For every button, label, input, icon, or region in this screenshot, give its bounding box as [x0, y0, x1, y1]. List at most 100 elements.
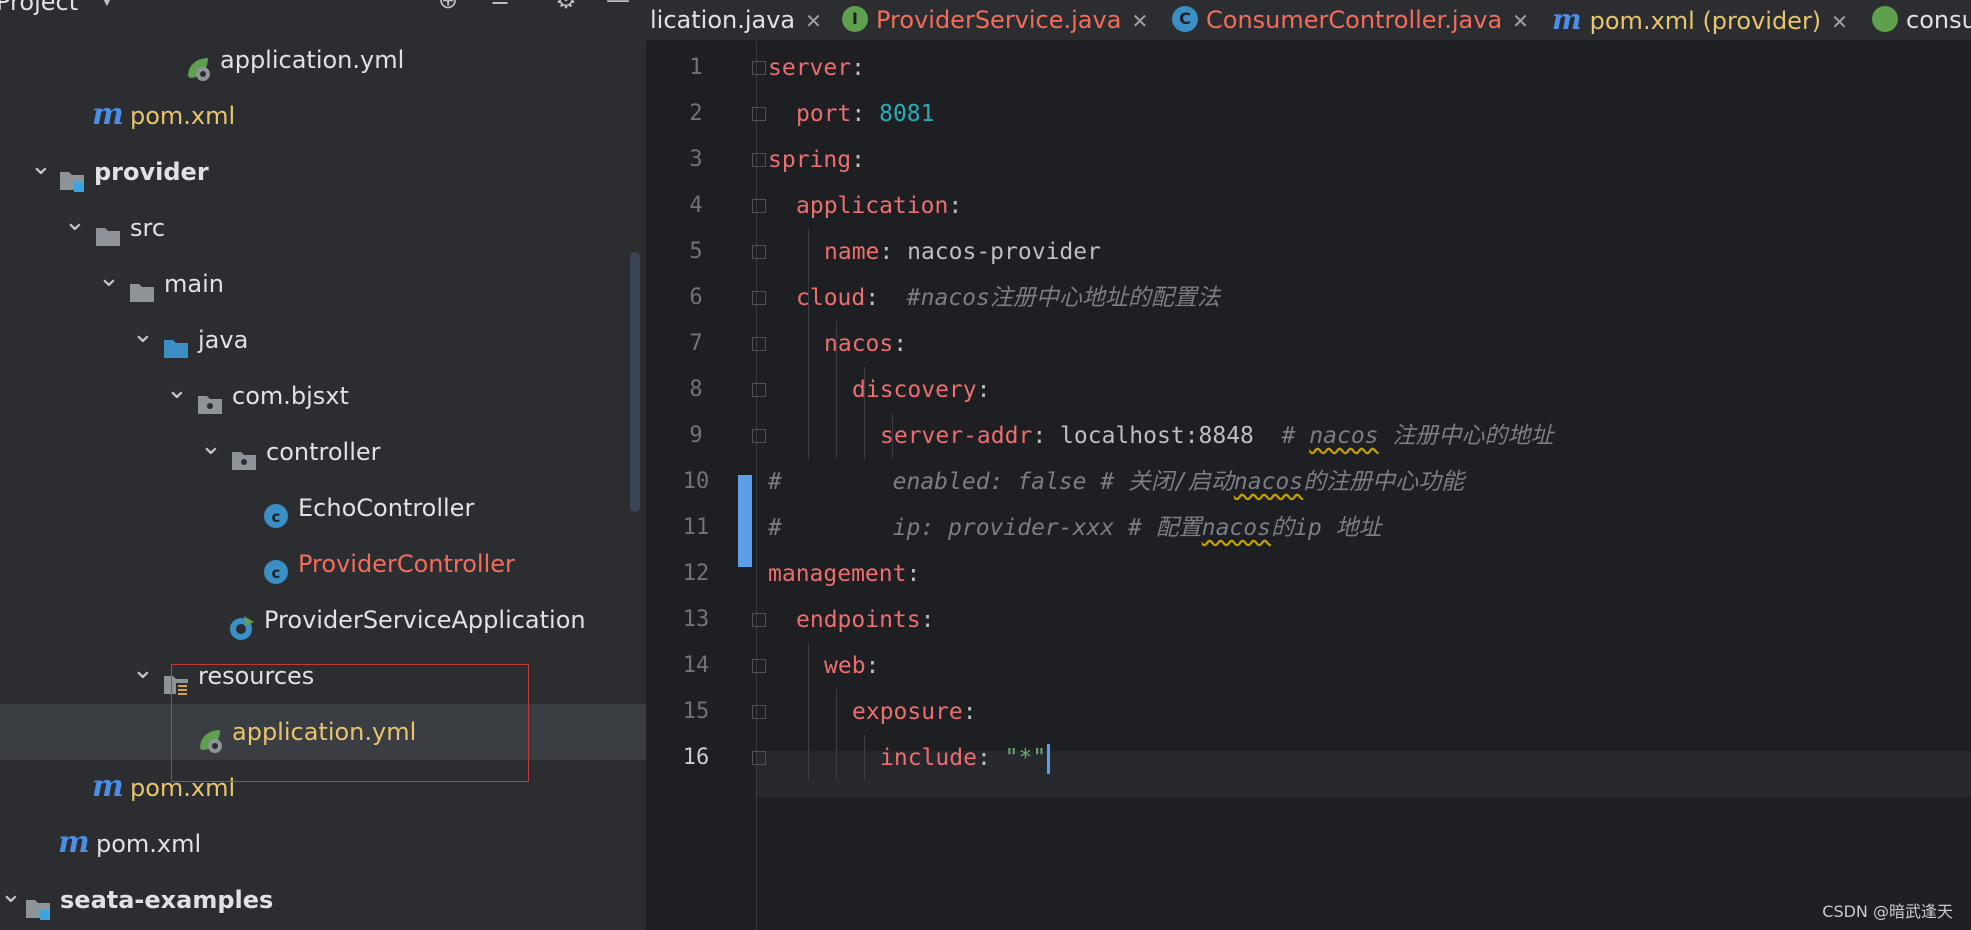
close-icon[interactable]: ✕ — [1512, 9, 1529, 33]
line-number: 13 — [682, 607, 710, 632]
code-line[interactable]: nacos: — [824, 321, 907, 367]
yaml-key: spring — [768, 147, 852, 173]
close-icon[interactable]: ✕ — [1131, 9, 1148, 33]
fold-marker-icon[interactable] — [752, 61, 766, 75]
yaml-separator: : — [962, 699, 977, 725]
code-line[interactable]: # ip: provider-xxx # 配置nacos的ip 地址 — [768, 505, 1382, 551]
code-line[interactable]: application: — [796, 183, 962, 229]
code-line[interactable]: port: 8081 — [796, 91, 934, 137]
fold-marker-icon[interactable] — [752, 107, 766, 121]
chevron-down-icon[interactable]: ⌄ — [166, 368, 188, 424]
tab-consumer-partial[interactable]: consu — [1872, 0, 1971, 40]
tree-item[interactable]: application.yml — [0, 32, 646, 88]
project-title[interactable]: Project — [0, 0, 78, 16]
fold-marker-icon[interactable] — [752, 153, 766, 167]
code-line[interactable]: spring: — [768, 137, 865, 183]
tree-item-label: main — [164, 270, 224, 298]
yaml-separator: : — [879, 239, 908, 265]
yaml-value: nacos-provider — [907, 239, 1101, 265]
line-number: 8 — [689, 377, 703, 402]
yaml-separator: : — [851, 147, 865, 173]
tree-item[interactable]: ProviderServiceApplication — [0, 592, 646, 648]
code-line[interactable]: cloud: #nacos注册中心地址的配置法 — [796, 275, 1220, 321]
code-line[interactable]: name: nacos-provider — [824, 229, 1101, 275]
maven-icon: m — [92, 769, 124, 804]
code-line[interactable]: web: — [824, 643, 879, 689]
current-line-highlight — [646, 751, 1971, 797]
tree-item[interactable]: ⌄ seata-examples — [0, 872, 646, 928]
tree-item-label: com.bjsxt — [232, 382, 349, 410]
tab-provider-service[interactable]: I ProviderService.java ✕ — [842, 0, 1148, 40]
gear-icon[interactable]: ⚙ — [552, 0, 580, 14]
module-folder-icon — [24, 886, 52, 920]
tab-pom-provider[interactable]: m pom.xml (provider) ✕ — [1552, 0, 1848, 40]
chevron-down-icon[interactable]: ⌄ — [132, 648, 154, 704]
chevron-down-icon[interactable]: ⌄ — [98, 256, 120, 312]
code-line[interactable]: management: — [768, 551, 920, 597]
line-number: 6 — [689, 285, 703, 310]
yaml-separator: : — [851, 55, 865, 81]
yaml-separator: : — [865, 653, 880, 679]
chevron-down-icon[interactable]: ⌄ — [200, 424, 222, 480]
tree-item-label: application.yml — [220, 46, 405, 74]
tree-item[interactable]: ⌄ main — [0, 256, 646, 312]
yaml-comment-typo: nacos — [1201, 515, 1271, 541]
tree-scrollbar[interactable] — [630, 252, 640, 512]
tab-consumer-controller[interactable]: C ConsumerController.java ✕ — [1172, 0, 1529, 40]
line-number: 4 — [689, 193, 703, 218]
tree-item[interactable]: c EchoController — [0, 480, 646, 536]
collapse-all-icon[interactable]: ≚ — [486, 0, 514, 14]
code-line[interactable]: include: "*" — [880, 735, 1051, 781]
tree-item[interactable]: c ProviderController — [0, 536, 646, 592]
fold-marker-icon[interactable] — [752, 337, 766, 351]
locate-icon[interactable]: ⊕ — [434, 0, 462, 14]
code-line[interactable]: discovery: — [852, 367, 990, 413]
tree-item[interactable]: ⌄ java — [0, 312, 646, 368]
code-line[interactable]: server: — [768, 45, 865, 91]
code-line[interactable]: endpoints: — [796, 597, 934, 643]
yaml-comment-typo: nacos — [1233, 469, 1304, 495]
yaml-comment: 的ip 地址 — [1270, 515, 1382, 541]
yaml-key: web — [824, 653, 866, 679]
vcs-change-marker[interactable] — [738, 475, 752, 567]
fold-marker-icon[interactable] — [752, 659, 766, 673]
tree-item[interactable]: ⌄ controller — [0, 424, 646, 480]
fold-marker-icon[interactable] — [752, 291, 766, 305]
yaml-key: cloud — [796, 285, 866, 311]
fold-marker-icon[interactable] — [752, 705, 766, 719]
close-icon[interactable]: ✕ — [805, 9, 822, 33]
minimize-icon[interactable]: — — [604, 0, 632, 14]
yaml-key: server — [768, 55, 852, 81]
fold-marker-icon[interactable] — [752, 199, 766, 213]
svg-text:c: c — [272, 508, 281, 526]
line-number: 9 — [689, 423, 703, 448]
chevron-down-icon[interactable]: ⌄ — [64, 200, 86, 256]
tree-item[interactable]: m pom.xml — [0, 816, 646, 872]
code-line[interactable]: server-addr: localhost:8848 # nacos 注册中心… — [880, 413, 1553, 459]
chevron-down-icon[interactable]: ⌄ — [0, 872, 22, 928]
close-icon[interactable]: ✕ — [1831, 10, 1848, 34]
chevron-down-icon[interactable]: ⌄ — [132, 312, 154, 368]
tree-item[interactable]: ⌄ src — [0, 200, 646, 256]
yaml-string: "*" — [1004, 745, 1047, 771]
fold-marker-icon[interactable] — [752, 429, 766, 443]
spring-config-icon — [1872, 6, 1898, 32]
yaml-comment: #nacos注册中心地址的配置法 — [906, 285, 1220, 311]
code-editor[interactable]: 1 2 3 4 5 6 7 8 9 10 11 12 13 14 15 16 server: port: 808… — [646, 41, 1971, 930]
code-line[interactable]: exposure: — [852, 689, 977, 735]
tab-application-java[interactable]: lication.java ✕ — [650, 0, 822, 40]
chevron-down-icon[interactable]: ▼ — [100, 0, 114, 9]
project-tool-window: Project ▼ ⊕ ≚ ⚙ — application.ymlmpom.xm… — [0, 0, 646, 930]
fold-marker-icon[interactable] — [752, 245, 766, 259]
indent-guide — [808, 643, 809, 781]
tree-item-label: pom.xml — [96, 830, 202, 858]
module-folder-icon — [58, 158, 86, 192]
tree-item[interactable]: ⌄ provider — [0, 144, 646, 200]
fold-marker-icon[interactable] — [752, 751, 766, 765]
tree-item[interactable]: ⌄ com.bjsxt — [0, 368, 646, 424]
fold-marker-icon[interactable] — [752, 383, 766, 397]
chevron-down-icon[interactable]: ⌄ — [30, 144, 52, 200]
fold-marker-icon[interactable] — [752, 613, 766, 627]
tree-item[interactable]: m pom.xml — [0, 88, 646, 144]
code-line[interactable]: # enabled: false # 关闭/启动nacos的注册中心功能 — [768, 459, 1464, 505]
